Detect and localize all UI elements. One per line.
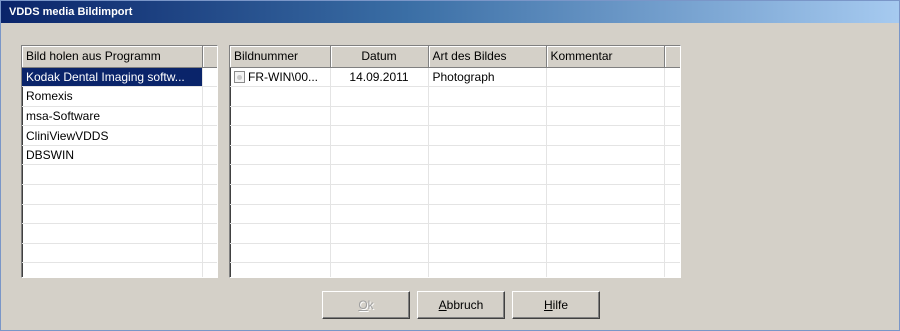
ok-button[interactable]: Ok [322,291,410,319]
empty-row [22,184,217,205]
window-title: VDDS media Bildimport [1,1,899,23]
ok-button-label-rest: k [367,298,374,312]
list-item[interactable]: CliniViewVDDS [22,125,217,146]
cancel-button-label-rest: bbruch [446,298,484,312]
empty-row [22,164,217,186]
help-button[interactable]: Hilfe [512,291,600,319]
empty-row [22,223,217,244]
empty-row [230,243,680,264]
empty-row [230,106,680,127]
bildimport-dialog: VDDS media Bildimport Bild holen aus Pro… [0,0,900,331]
empty-row [22,243,217,264]
empty-row [230,184,680,205]
column-header-datum[interactable]: Datum [330,46,429,68]
empty-row [230,204,680,225]
image-table[interactable]: Bildnummer Datum Art des Bildes Kommenta… [229,45,681,278]
list-item[interactable]: DBSWIN [22,145,217,166]
ok-button-mnemonic: O [358,298,368,312]
program-item-romexis[interactable]: Romexis [22,86,203,107]
empty-row [230,164,680,186]
program-item-cliniview[interactable]: CliniViewVDDS [22,125,203,146]
cell-art[interactable]: Photograph [428,67,547,88]
cell-bildnummer: FR-WIN\00... [248,69,319,84]
image-file-icon [234,70,245,83]
column-header-kommentar[interactable]: Kommentar [546,46,665,68]
column-header-bildnummer[interactable]: Bildnummer [230,46,331,68]
cancel-button-mnemonic: A [438,298,447,312]
program-list[interactable]: Bild holen aus Programm Kodak Dental Ima… [21,45,218,278]
program-item-msa[interactable]: msa-Software [22,106,203,127]
cell-datum[interactable]: 14.09.2011 [330,67,429,88]
column-header-spacer [202,46,217,68]
empty-row [230,262,680,277]
empty-row [230,86,680,107]
empty-row [230,223,680,244]
program-item-kodak[interactable]: Kodak Dental Imaging softw... [22,67,203,88]
help-button-label-rest: ilfe [552,298,568,312]
list-item[interactable]: Kodak Dental Imaging softw... [22,67,217,88]
column-header-art[interactable]: Art des Bildes [428,46,547,68]
cancel-button[interactable]: Abbruch [417,291,505,319]
help-button-mnemonic: H [543,298,553,312]
list-item[interactable]: Romexis [22,86,217,107]
column-header-program[interactable]: Bild holen aus Programm [22,46,203,68]
list-item[interactable]: msa-Software [22,106,217,127]
empty-row [230,145,680,166]
column-header-spacer [664,46,680,68]
empty-row [230,125,680,146]
table-row[interactable]: FR-WIN\00... 14.09.2011 Photograph [230,67,680,88]
program-item-dbswin[interactable]: DBSWIN [22,145,203,166]
empty-row [22,204,217,225]
empty-row [22,262,217,277]
cell-kommentar[interactable] [546,67,665,88]
